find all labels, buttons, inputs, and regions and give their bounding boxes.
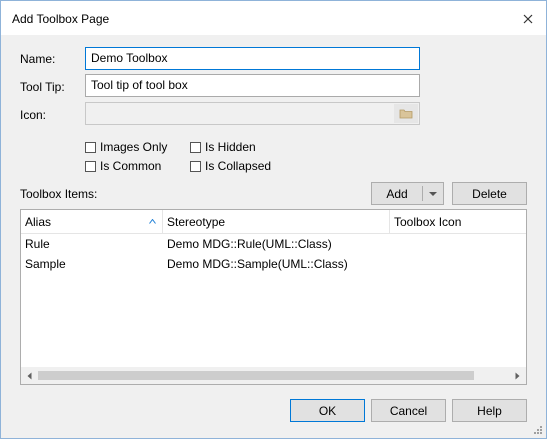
- window-title: Add Toolbox Page: [12, 12, 110, 26]
- cell-stereotype: Demo MDG::Sample(UML::Class): [167, 257, 348, 271]
- close-button[interactable]: [518, 9, 538, 29]
- chevron-left-icon: [27, 372, 32, 379]
- title-bar: Add Toolbox Page: [1, 1, 546, 35]
- is-common-checkbox-row[interactable]: Is Common: [85, 159, 161, 173]
- add-toolbox-page-dialog: Add Toolbox Page Name: Demo Toolbox Tool…: [0, 0, 547, 439]
- column-header-stereotype[interactable]: Stereotype: [163, 210, 389, 234]
- ok-button-label: OK: [318, 403, 337, 418]
- is-collapsed-checkbox[interactable]: [190, 160, 201, 172]
- is-common-label: Is Common: [100, 159, 162, 173]
- add-button-label: Add: [386, 186, 408, 201]
- images-only-checkbox-row[interactable]: Images Only: [85, 140, 167, 154]
- toolbox-items-label: Toolbox Items:: [20, 187, 98, 201]
- cell-alias: Sample: [25, 257, 66, 271]
- tooltip-value: Tool tip of tool box: [91, 78, 188, 92]
- resize-grip-icon[interactable]: [532, 424, 543, 435]
- column-header-toolbox-icon-label: Toolbox Icon: [394, 215, 462, 229]
- ok-button[interactable]: OK: [290, 399, 365, 422]
- column-header-alias[interactable]: Alias: [21, 210, 162, 234]
- close-icon: [523, 14, 533, 24]
- add-split-button[interactable]: Add: [371, 182, 444, 205]
- tooltip-label: Tool Tip:: [20, 80, 65, 94]
- cell-toolbox-icon: [390, 234, 526, 254]
- grid-header: Alias Stereotype Toolbox Icon: [21, 210, 526, 234]
- is-hidden-checkbox[interactable]: [190, 141, 201, 153]
- is-hidden-label: Is Hidden: [205, 140, 256, 154]
- images-only-checkbox[interactable]: [85, 141, 96, 153]
- icon-label: Icon:: [20, 108, 47, 122]
- cancel-button[interactable]: Cancel: [371, 399, 446, 422]
- chevron-down-icon: [429, 191, 437, 196]
- column-header-alias-label: Alias: [25, 215, 52, 229]
- name-field[interactable]: Demo Toolbox: [85, 47, 420, 70]
- is-hidden-checkbox-row[interactable]: Is Hidden: [190, 140, 256, 154]
- name-label: Name:: [20, 52, 56, 66]
- tooltip-field[interactable]: Tool tip of tool box: [85, 74, 420, 97]
- column-header-toolbox-icon[interactable]: Toolbox Icon: [390, 210, 526, 234]
- name-value: Demo Toolbox: [91, 51, 168, 65]
- cell-toolbox-icon: [390, 254, 526, 274]
- horizontal-scrollbar[interactable]: [21, 367, 526, 384]
- cell-stereotype: Demo MDG::Rule(UML::Class): [167, 237, 332, 251]
- scroll-right-button[interactable]: [509, 367, 526, 384]
- add-button[interactable]: Add: [372, 183, 422, 204]
- cell-alias: Rule: [25, 237, 50, 251]
- is-common-checkbox[interactable]: [85, 160, 96, 172]
- delete-button-label: Delete: [472, 186, 507, 201]
- folder-icon: [399, 109, 413, 119]
- sort-ascending-icon: [149, 219, 156, 224]
- table-row[interactable]: Sample Demo MDG::Sample(UML::Class): [21, 254, 526, 274]
- browse-icon-button[interactable]: [394, 104, 418, 123]
- add-dropdown-button[interactable]: [423, 183, 443, 204]
- chevron-right-icon: [515, 372, 520, 379]
- table-row[interactable]: Rule Demo MDG::Rule(UML::Class): [21, 234, 526, 254]
- images-only-label: Images Only: [100, 140, 168, 154]
- help-button-label: Help: [477, 403, 502, 418]
- icon-field: [85, 102, 420, 125]
- help-button[interactable]: Help: [452, 399, 527, 422]
- scroll-left-button[interactable]: [21, 367, 38, 384]
- cancel-button-label: Cancel: [389, 403, 428, 418]
- scrollbar-thumb[interactable]: [38, 371, 474, 380]
- delete-button[interactable]: Delete: [452, 182, 527, 205]
- is-collapsed-checkbox-row[interactable]: Is Collapsed: [190, 159, 271, 173]
- column-header-stereotype-label: Stereotype: [167, 215, 226, 229]
- toolbox-items-grid: Alias Stereotype Toolbox Icon Rule Demo …: [20, 209, 527, 385]
- is-collapsed-label: Is Collapsed: [205, 159, 272, 173]
